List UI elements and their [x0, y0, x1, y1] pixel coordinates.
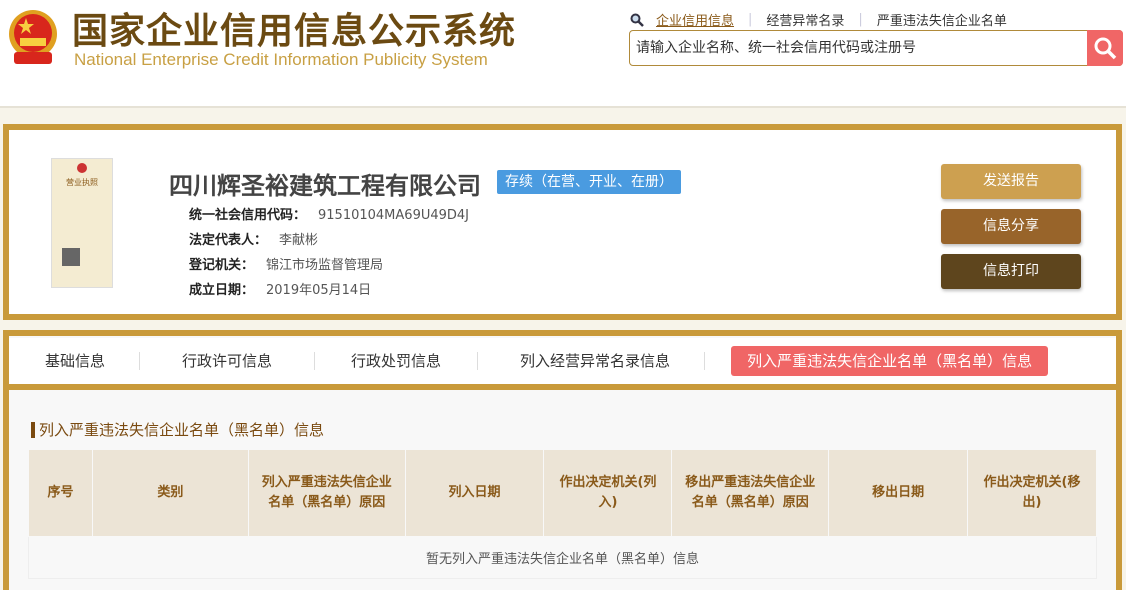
nav-blacklist[interactable]: 严重违法失信企业名单 — [877, 10, 1007, 29]
share-info-button[interactable]: 信息分享 — [941, 209, 1081, 244]
site-subtitle: National Enterprise Credit Information P… — [74, 50, 488, 69]
national-emblem-logo — [9, 10, 57, 64]
legal-rep-row: 法定代表人： 李献彬 — [189, 233, 319, 248]
search-icon — [1094, 37, 1117, 60]
section-title: 列入严重违法失信企业名单（黑名单）信息 — [31, 422, 324, 438]
search-input[interactable] — [630, 31, 1080, 65]
table-row: 暂无列入严重违法失信企业名单（黑名单）信息 — [28, 536, 1097, 579]
company-name: 四川辉圣裕建筑工程有限公司 — [169, 172, 481, 200]
tab-admin-license[interactable]: 行政许可信息 — [140, 352, 316, 370]
license-label: 营业执照 — [66, 178, 98, 187]
send-report-button[interactable]: 发送报告 — [941, 164, 1081, 199]
top-nav: 企业信用信息 | 经营异常名录 | 严重违法失信企业名单 — [630, 10, 1007, 29]
site-title: 国家企业信用信息公示系统 — [72, 11, 517, 52]
established-date-row: 成立日期： 2019年05月14日 — [189, 283, 372, 298]
nav-abnormal-list[interactable]: 经营异常名录 — [766, 10, 844, 29]
site-header: 国家企业信用信息公示系统 National Enterprise Credit … — [0, 0, 1126, 108]
col-listing-date: 列入日期 — [404, 449, 545, 537]
col-index: 序号 — [28, 449, 93, 537]
tab-abnormal-list[interactable]: 列入经营异常名录信息 — [478, 352, 706, 370]
nav-enterprise-credit[interactable]: 企业信用信息 — [656, 10, 734, 29]
col-removal-date: 移出日期 — [828, 449, 969, 537]
search-icon — [630, 13, 644, 27]
company-summary-panel: 营业执照 四川辉圣裕建筑工程有限公司 存续（在营、开业、在册） 统一社会信用代码… — [3, 124, 1122, 320]
tab-basic-info[interactable]: 基础信息 — [9, 352, 141, 370]
blacklist-table: 序号 类别 列入严重违法失信企业名单（黑名单）原因 列入日期 作出决定机关(列入… — [28, 449, 1097, 579]
registration-authority-row: 登记机关： 锦江市场监督管理局 — [189, 258, 384, 273]
tab-bar: 基础信息 行政许可信息 行政处罚信息 列入经营异常名录信息 列入严重违法失信企业… — [9, 338, 1116, 390]
empty-message: 暂无列入严重违法失信企业名单（黑名单）信息 — [28, 536, 1097, 579]
col-removal-reason: 移出严重违法失信企业名单（黑名单）原因 — [671, 449, 830, 537]
tab-blacklist[interactable]: 列入严重违法失信企业名单（黑名单）信息 — [731, 346, 1049, 376]
col-category: 类别 — [91, 449, 249, 537]
search-button[interactable] — [1087, 30, 1123, 66]
table-header-row: 序号 类别 列入严重违法失信企业名单（黑名单）原因 列入日期 作出决定机关(列入… — [28, 449, 1097, 537]
details-panel: 基础信息 行政许可信息 行政处罚信息 列入经营异常名录信息 列入严重违法失信企业… — [3, 330, 1122, 590]
col-removal-authority: 作出决定机关(移出) — [967, 449, 1097, 537]
credit-code-row: 统一社会信用代码： 91510104MA69U49D4J — [189, 208, 470, 223]
search-box — [629, 30, 1123, 66]
business-license-image: 营业执照 — [51, 158, 113, 288]
col-listing-reason: 列入严重违法失信企业名单（黑名单）原因 — [247, 449, 406, 537]
print-info-button[interactable]: 信息打印 — [941, 254, 1081, 289]
tab-admin-penalty[interactable]: 行政处罚信息 — [315, 352, 479, 370]
status-badge: 存续（在营、开业、在册） — [497, 170, 681, 194]
col-listing-authority: 作出决定机关(列入) — [543, 449, 673, 537]
